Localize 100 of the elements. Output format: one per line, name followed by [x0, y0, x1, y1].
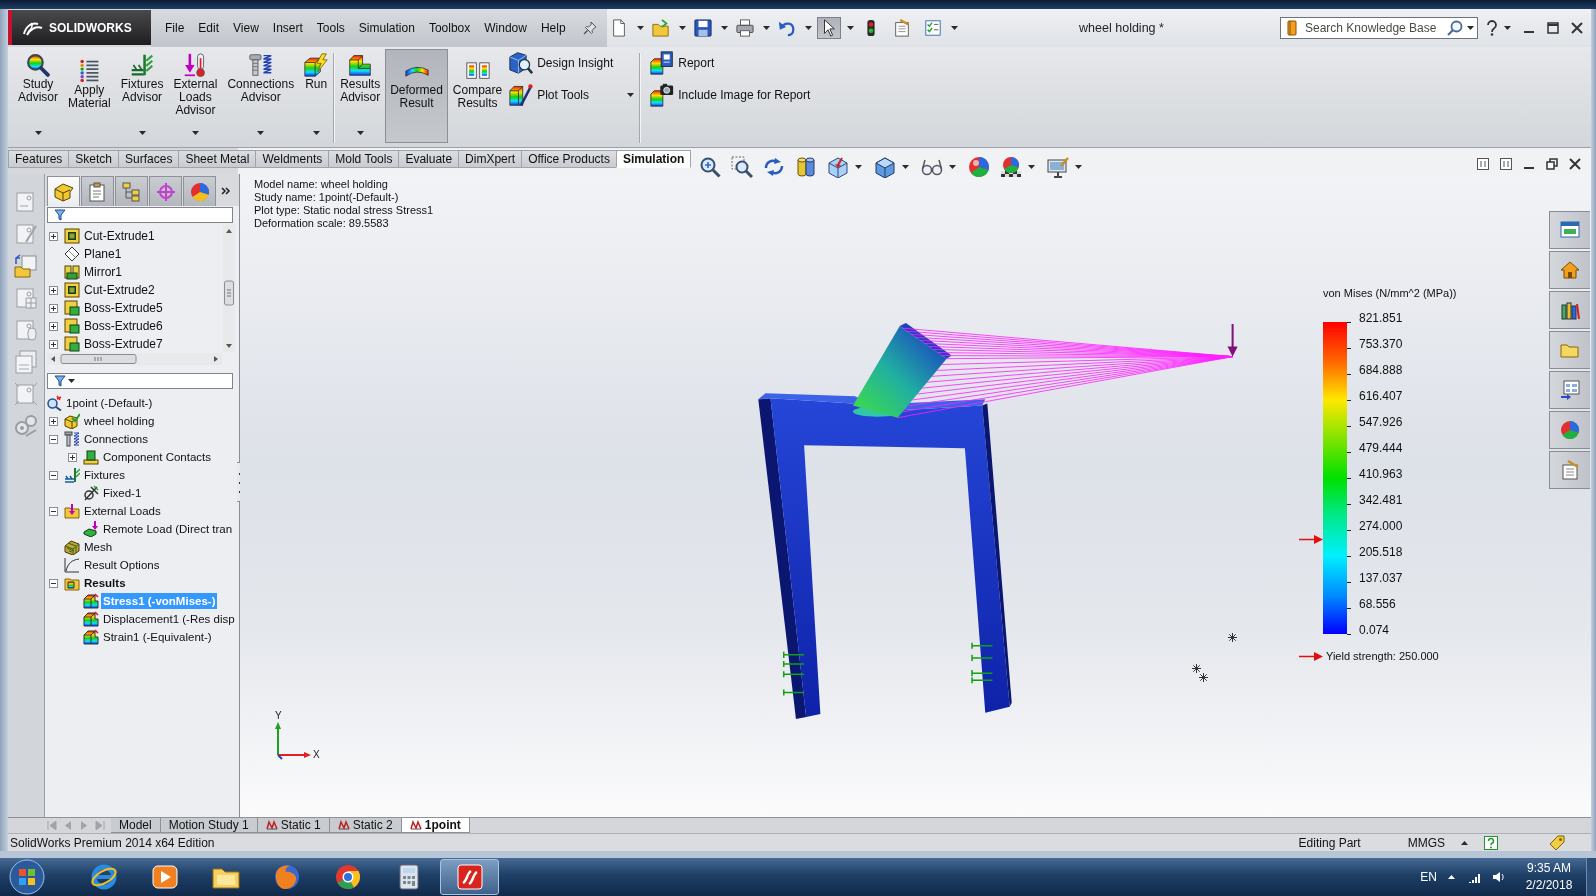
expand-icon[interactable] — [49, 339, 58, 349]
caret-icon[interactable] — [847, 26, 854, 30]
panel-tab[interactable] — [183, 176, 216, 206]
menu-item[interactable]: Insert — [265, 18, 310, 38]
tree-item[interactable]: External Loads — [82, 503, 163, 519]
language-indicator[interactable]: EN — [1420, 870, 1437, 884]
units-text[interactable]: MMGS — [1407, 835, 1445, 850]
command-tab[interactable]: Sheet Metal — [178, 150, 256, 168]
ribbon-button[interactable]: Include Image for Report — [649, 79, 833, 111]
tree-item[interactable]: Results — [82, 575, 128, 591]
menu-item[interactable]: Window — [477, 18, 534, 38]
checker-sphere-icon[interactable] — [1000, 156, 1023, 178]
tree-item[interactable]: Cut-Extrude2 — [82, 282, 157, 298]
tree-item[interactable]: Mesh — [82, 539, 115, 555]
help-icon[interactable] — [1486, 20, 1498, 36]
menu-item[interactable]: View — [226, 18, 266, 38]
double-chevron-icon[interactable] — [221, 187, 231, 195]
tree-item[interactable]: Boss-Extrude6 — [82, 318, 165, 334]
folder-document-icon[interactable] — [14, 254, 38, 278]
menu-item[interactable]: Tools — [309, 18, 352, 38]
tree-item[interactable]: 1point (-Default-) — [64, 395, 155, 411]
menu-item[interactable]: File — [158, 18, 192, 38]
horizontal-scrollbar[interactable] — [47, 353, 222, 365]
tree-item[interactable]: Boss-Extrude5 — [82, 300, 165, 316]
menu-item[interactable]: Toolbox — [421, 18, 478, 38]
caret-icon[interactable] — [257, 131, 265, 135]
expand-icon[interactable] — [49, 285, 58, 295]
clock-time[interactable]: 9:35 AM — [1527, 860, 1571, 877]
caret-icon[interactable] — [805, 26, 812, 30]
speaker-icon[interactable] — [1492, 871, 1504, 883]
filter-field[interactable] — [47, 207, 233, 223]
toolbar-button[interactable] — [733, 17, 757, 39]
toolbar-button[interactable] — [817, 17, 841, 39]
collapse-icon[interactable] — [49, 506, 58, 516]
search-icon[interactable] — [1447, 20, 1463, 36]
study-tab[interactable]: Model — [111, 818, 161, 833]
panel-tab[interactable] — [115, 176, 148, 206]
tree-item[interactable]: Component Contacts — [101, 449, 214, 465]
tree-item[interactable]: Displacement1 (-Res disp — [101, 611, 237, 627]
task-pane-tab[interactable] — [1549, 451, 1590, 489]
tree-item[interactable]: Remote Load (Direct tran — [101, 521, 235, 537]
caret-icon[interactable] — [637, 26, 644, 30]
caret-icon[interactable] — [191, 131, 199, 135]
caret-icon[interactable] — [902, 165, 910, 169]
caret-icon[interactable] — [1504, 26, 1511, 30]
expand-icon[interactable] — [49, 416, 58, 426]
ribbon-button[interactable]: Apply Material — [63, 49, 116, 143]
tree-item[interactable]: Connections — [82, 431, 150, 447]
cylinder-icon[interactable] — [795, 156, 818, 178]
filter-field[interactable] — [47, 373, 233, 389]
collapse-icon[interactable] — [49, 470, 58, 480]
task-pane-tab[interactable] — [1549, 251, 1590, 289]
caret-icon[interactable] — [721, 26, 728, 30]
close-icon[interactable] — [1569, 158, 1581, 170]
caret-icon[interactable] — [1075, 165, 1083, 169]
command-tab[interactable]: Evaluate — [398, 150, 459, 168]
study-tab[interactable]: Static 2 — [329, 818, 402, 833]
command-tab[interactable]: DimXpert — [458, 150, 522, 168]
caret-icon[interactable] — [949, 165, 957, 169]
command-tab[interactable]: Features — [8, 150, 69, 168]
tree-item[interactable]: wheel holding — [82, 413, 157, 429]
command-tab[interactable]: Office Products — [521, 150, 616, 168]
collapse-icon[interactable] — [49, 578, 58, 588]
menu-item[interactable]: Simulation — [351, 18, 422, 38]
tile-icon[interactable] — [1500, 158, 1512, 170]
close-icon[interactable] — [1571, 22, 1583, 34]
ribbon-button[interactable]: External Loads Advisor — [168, 49, 223, 143]
ribbon-button[interactable]: Design Insight — [508, 47, 636, 79]
command-tab[interactable]: Surfaces — [118, 150, 179, 168]
command-tab[interactable]: Sketch — [68, 150, 119, 168]
expand-icon[interactable] — [49, 321, 58, 331]
task-pane-tab[interactable] — [1549, 211, 1590, 249]
ribbon-button[interactable]: Study Advisor — [13, 49, 63, 143]
tree-item[interactable]: Cut-Extrude1 — [82, 228, 157, 244]
caret-up-icon[interactable] — [1461, 840, 1468, 845]
ribbon-button[interactable]: Fixtures Advisor — [115, 49, 169, 143]
tree-item[interactable]: Mirror1 — [82, 264, 124, 280]
tile-icon[interactable] — [1477, 158, 1489, 170]
taskbar-button[interactable] — [440, 859, 499, 895]
caret-icon[interactable] — [627, 93, 635, 97]
tree-item[interactable]: Strain1 (-Equivalent-) — [101, 629, 214, 645]
tree-item[interactable]: Result Options — [82, 557, 162, 573]
pushpin-icon[interactable] — [583, 21, 597, 35]
menu-item[interactable]: Help — [533, 18, 573, 38]
toolbar-button[interactable] — [691, 17, 715, 39]
caret-icon[interactable] — [763, 26, 770, 30]
expand-icon[interactable] — [68, 452, 77, 462]
caret-icon[interactable] — [356, 131, 364, 135]
tree-item[interactable]: Boss-Extrude7 — [82, 336, 165, 352]
sphere-icon[interactable] — [968, 156, 991, 178]
zoom-area-icon[interactable] — [731, 156, 754, 178]
caret-icon[interactable] — [34, 131, 42, 135]
ribbon-button[interactable]: Connections Advisor — [222, 49, 300, 143]
signal-icon[interactable] — [1468, 871, 1480, 883]
caret-icon[interactable] — [138, 131, 146, 135]
caret-icon[interactable] — [312, 131, 320, 135]
task-pane-tab[interactable] — [1549, 411, 1590, 449]
zoom-icon[interactable] — [699, 156, 722, 178]
panel-tab[interactable] — [47, 176, 80, 206]
expand-icon[interactable] — [49, 303, 58, 313]
